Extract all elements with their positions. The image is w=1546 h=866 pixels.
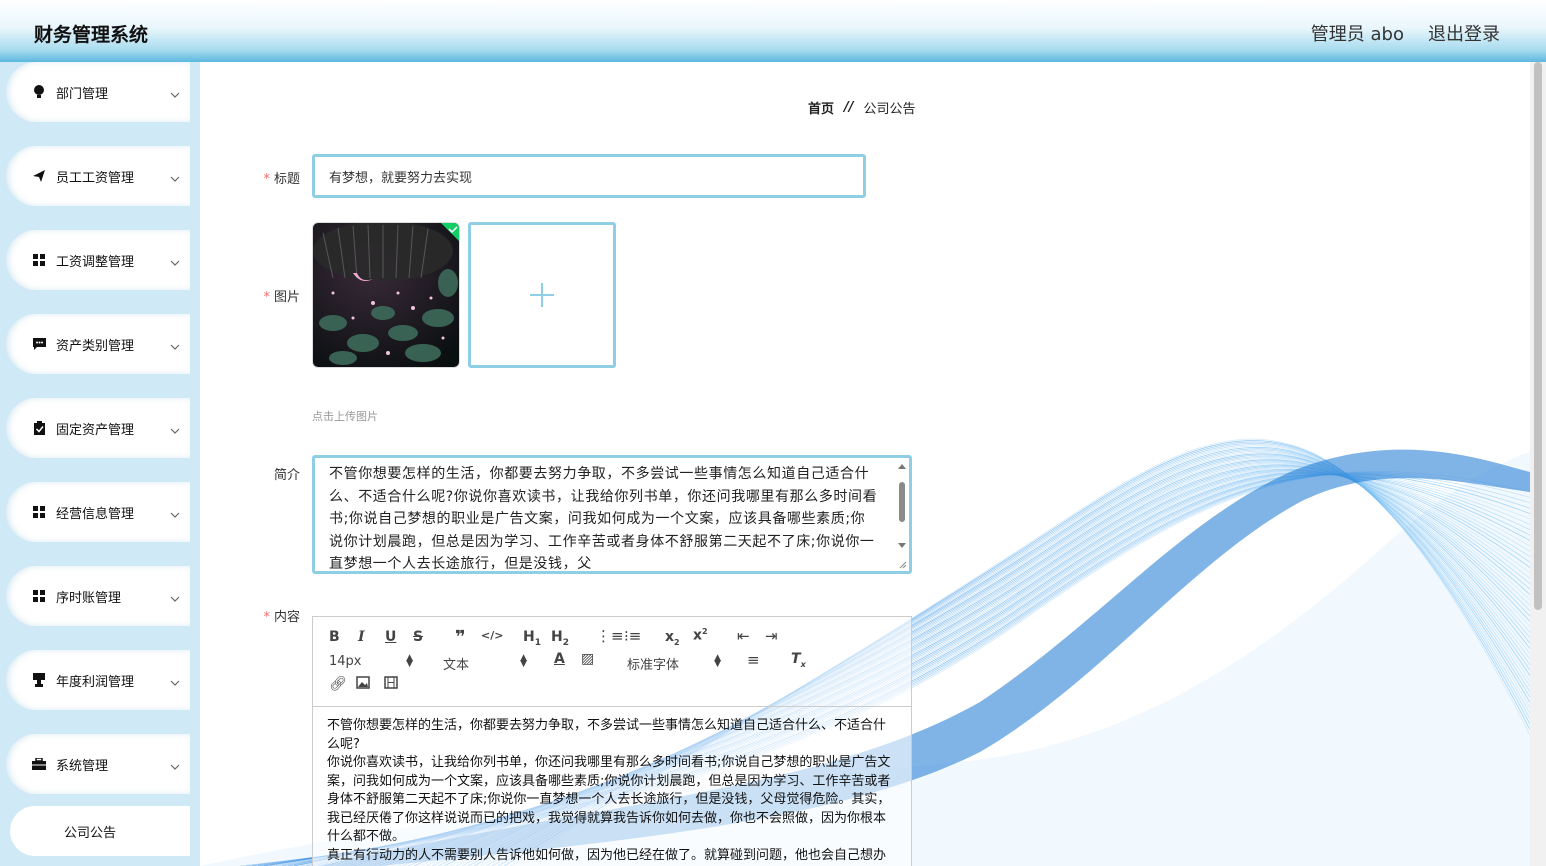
- briefcase-icon: [32, 757, 46, 771]
- breadcrumb-home[interactable]: 首页: [808, 98, 834, 117]
- required-mark: *: [263, 610, 270, 625]
- rich-text-editor: B I U S ❞ </> H1 H2 ⋮≡ ⁝≡ x2 x2 ⇤ ⇥ 14px…: [312, 616, 912, 866]
- current-user[interactable]: 管理员 abo: [1311, 20, 1404, 46]
- breadcrumb-current: 公司公告: [863, 102, 916, 117]
- sidebar-item-label: 固定资产管理: [56, 422, 135, 438]
- select-arrows-icon: ▲ ▼: [406, 653, 413, 669]
- app-title: 财务管理系统: [34, 24, 149, 46]
- ordered-list-icon[interactable]: ⋮≡: [596, 627, 624, 645]
- sidebar-item-label: 年度利润管理: [56, 674, 135, 690]
- indent-icon[interactable]: ⇥: [765, 627, 778, 645]
- background-color-icon[interactable]: ▨: [581, 651, 594, 667]
- main-content: 首页 // 公司公告 *标题 *图片: [200, 62, 1530, 866]
- sidebar-item-3[interactable]: 工资调整管理: [6, 230, 190, 290]
- grid-icon: [32, 589, 46, 603]
- link-icon[interactable]: 🔗︎: [329, 676, 347, 692]
- sidebar-item-label: 资产类别管理: [56, 338, 135, 354]
- superscript-icon[interactable]: x2: [693, 627, 708, 644]
- editor-toolbar: B I U S ❞ </> H1 H2 ⋮≡ ⁝≡ x2 x2 ⇤ ⇥ 14px…: [313, 617, 911, 707]
- image-icon[interactable]: [356, 676, 370, 693]
- sidebar-item-9[interactable]: 系统管理: [6, 734, 190, 794]
- image-label: * 图片: [263, 290, 300, 305]
- title-input[interactable]: [312, 154, 866, 198]
- app-header: 财务管理系统 管理员 abo 退出登录: [0, 0, 1546, 62]
- bullet-list-icon[interactable]: ⁝≡: [624, 627, 641, 645]
- breadcrumb: 首页 // 公司公告: [808, 98, 916, 117]
- sidebar-item-1[interactable]: 部门管理: [6, 62, 190, 122]
- intro-text: 不管你想要怎样的生活，你都要去努力争取，不多尝试一些事情怎么知道自己适合什么、不…: [329, 466, 878, 572]
- required-mark: *: [263, 290, 270, 305]
- chevron-down-icon: [170, 507, 180, 518]
- font-family-select[interactable]: 标准字体 ▲ ▼: [627, 653, 721, 674]
- font-size-select[interactable]: 14px ▲ ▼: [329, 653, 413, 670]
- trophy-icon: [32, 673, 46, 687]
- bold-icon[interactable]: B: [329, 629, 340, 645]
- editor-content[interactable]: 不管你想要怎样的生活，你都要去努力争取，不多尝试一些事情怎么知道自己适合什么、不…: [313, 707, 911, 866]
- subscript-icon[interactable]: x2: [665, 629, 680, 647]
- font-color-icon[interactable]: A: [554, 651, 565, 667]
- logout-link[interactable]: 退出登录: [1428, 20, 1500, 46]
- sidebar-subitem-label: 公司公告: [63, 825, 116, 841]
- sidebar-item-7[interactable]: 序时账管理: [6, 566, 190, 626]
- message-icon: [32, 337, 46, 351]
- intro-textarea[interactable]: 不管你想要怎样的生活，你都要去努力争取，不多尝试一些事情怎么知道自己适合什么、不…: [312, 455, 912, 574]
- editor-paragraph: 你说你喜欢读书，让我给你列书单，你还问我哪里有那么多时间看书;你说自己梦想的职业…: [327, 755, 891, 844]
- sidebar-item-label: 部门管理: [56, 86, 109, 102]
- editor-paragraph: 真正有行动力的人不需要别人告诉他如何做，因为他已经在做了。就算碰到问题，他也会自…: [327, 847, 887, 863]
- required-mark: *: [263, 172, 270, 187]
- chevron-down-icon: [170, 87, 180, 98]
- chevron-down-icon: [170, 675, 180, 686]
- sidebar-item-6[interactable]: 经营信息管理: [6, 482, 190, 542]
- header2-icon[interactable]: H2: [551, 629, 569, 648]
- sidebar-item-label: 系统管理: [56, 758, 109, 774]
- breadcrumb-separator: //: [844, 100, 854, 115]
- image-upload-button[interactable]: [468, 222, 616, 368]
- underline-icon[interactable]: U: [385, 629, 396, 645]
- grid-icon: [32, 505, 46, 519]
- plus-icon: [530, 283, 554, 307]
- sidebar-item-label: 序时账管理: [56, 590, 122, 606]
- title-label: * 标题: [263, 172, 300, 187]
- chevron-down-icon: [170, 591, 180, 602]
- sidebar-item-label: 经营信息管理: [56, 506, 135, 522]
- sidebar-item-8[interactable]: 年度利润管理: [6, 650, 190, 710]
- sidebar-item-label: 员工工资管理: [56, 170, 135, 186]
- intro-label: 简介: [273, 468, 300, 483]
- sidebar-item-label: 工资调整管理: [56, 254, 135, 270]
- chevron-down-icon: [170, 759, 180, 770]
- select-arrows-icon: ▲ ▼: [714, 653, 721, 669]
- italic-icon[interactable]: I: [358, 629, 365, 645]
- page-scrollbar-thumb[interactable]: [1534, 62, 1542, 610]
- sidebar: 公司公告 部门管理员工工资管理 工资调整管理 资产类别管理 固定资产管理 经营信息管理序…: [0, 62, 200, 866]
- editor-paragraph: 不管你想要怎样的生活，你都要去努力争取，不多尝试一些事情怎么知道自己适合什么、不…: [327, 718, 887, 752]
- page-scrollbar[interactable]: [1530, 62, 1546, 866]
- chevron-down-icon: [170, 171, 180, 182]
- uploaded-image-thumbnail[interactable]: [312, 222, 460, 368]
- video-icon[interactable]: [384, 676, 398, 693]
- blockquote-icon[interactable]: ❞: [455, 627, 466, 648]
- textarea-scrollbar[interactable]: [897, 462, 907, 570]
- chevron-down-icon: [170, 255, 180, 266]
- sidebar-item-4[interactable]: 资产类别管理: [6, 314, 190, 374]
- sidebar-item-2[interactable]: 员工工资管理: [6, 146, 190, 206]
- chevron-down-icon: [170, 339, 180, 350]
- bulb-icon: [32, 85, 46, 99]
- upload-hint: 点击上传图片: [312, 410, 378, 423]
- header-select[interactable]: 文本 ▲ ▼: [443, 653, 527, 674]
- clipboard-icon: [32, 421, 46, 435]
- sidebar-item-5[interactable]: 固定资产管理: [6, 398, 190, 458]
- align-icon[interactable]: ≡: [747, 651, 760, 669]
- outdent-icon[interactable]: ⇤: [737, 627, 750, 645]
- sidebar-subitem-company-notice[interactable]: 公司公告: [10, 806, 190, 856]
- select-arrows-icon: ▲ ▼: [520, 653, 527, 669]
- chevron-down-icon: [170, 423, 180, 434]
- content-label: * 内容: [263, 610, 300, 625]
- clear-format-icon[interactable]: Tx: [791, 651, 806, 669]
- header1-icon[interactable]: H1: [523, 629, 541, 648]
- grid-icon: [32, 253, 46, 267]
- strikethrough-icon[interactable]: S: [413, 629, 423, 645]
- header-actions: 管理员 abo 退出登录: [1311, 20, 1500, 46]
- paper-plane-icon: [32, 169, 46, 183]
- code-block-icon[interactable]: </>: [481, 629, 503, 642]
